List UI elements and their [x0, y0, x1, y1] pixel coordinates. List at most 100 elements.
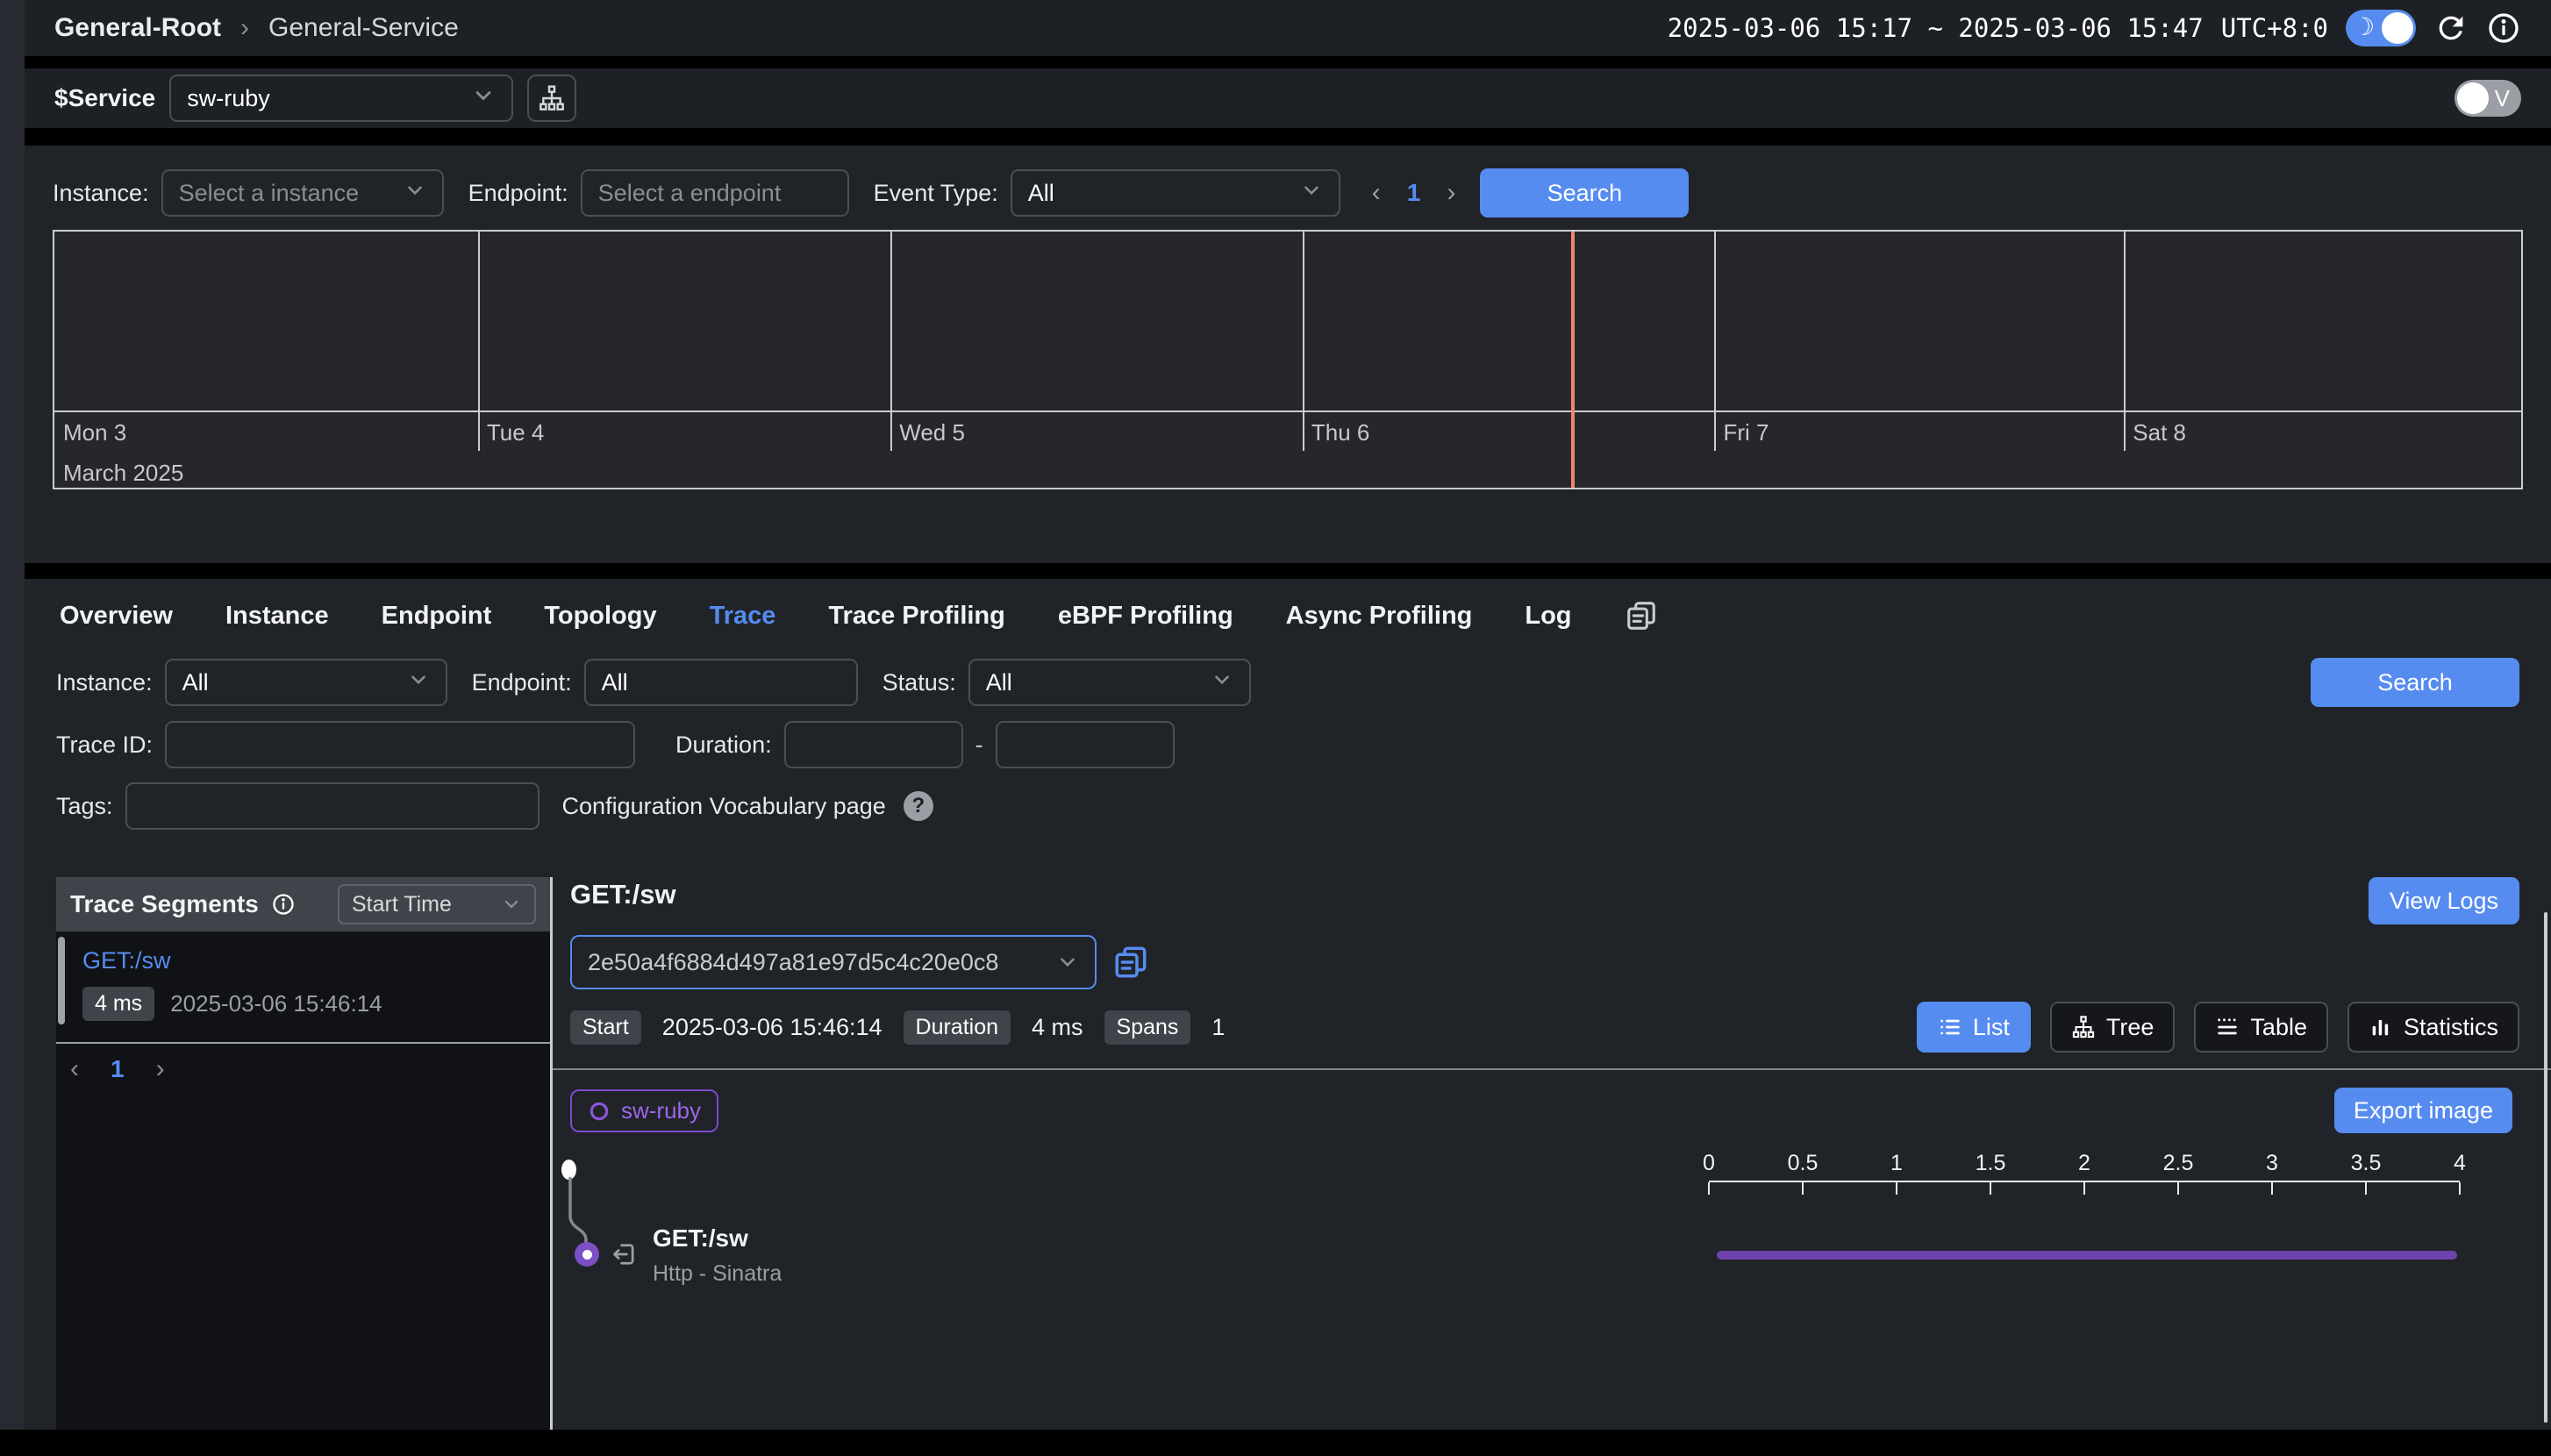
copy-icon[interactable]	[1625, 599, 1658, 632]
segment-duration-badge: 4 ms	[82, 987, 154, 1021]
axis-tick-label: 1.5	[1976, 1151, 2006, 1176]
view-switcher: List Tree Table Statistics	[1917, 1002, 2519, 1053]
current-page[interactable]: 1	[111, 1055, 125, 1083]
trace-instance-select[interactable]: All	[165, 659, 447, 706]
segment-start-time: 2025-03-06 15:46:14	[170, 990, 382, 1017]
current-page[interactable]: 1	[1407, 179, 1421, 207]
view-list-label: List	[1973, 1014, 2010, 1041]
service-topology-button[interactable]	[527, 75, 576, 122]
trace-segments-title: Trace Segments	[70, 890, 259, 918]
duration-from-input[interactable]	[784, 721, 963, 768]
trace-status-value: All	[986, 669, 1012, 696]
event-panel: Instance: Select a instance Endpoint: Ev…	[25, 146, 2551, 563]
trace-id-input[interactable]	[165, 721, 635, 768]
trace-search-button[interactable]: Search	[2311, 658, 2519, 707]
info-icon[interactable]	[2486, 11, 2521, 46]
axis-tick	[1802, 1182, 1804, 1195]
prev-page-button[interactable]: ‹	[1372, 178, 1381, 208]
service-select[interactable]: sw-ruby	[169, 75, 513, 122]
chevron-down-icon	[501, 894, 522, 915]
event-type-select[interactable]: All	[1011, 169, 1340, 217]
event-search-button[interactable]: Search	[1480, 168, 1689, 218]
scrollbar[interactable]	[2544, 912, 2547, 1423]
trace-segments-list: GET:/sw 4 ms 2025-03-06 15:46:14 ‹ 1 ›	[56, 931, 550, 1430]
axis-tick	[1896, 1182, 1897, 1195]
tab-topology[interactable]: Topology	[544, 602, 656, 631]
trace-endpoint-input[interactable]	[584, 659, 858, 706]
segment-name[interactable]: GET:/sw	[82, 947, 538, 974]
moon-icon: ☽	[2353, 12, 2375, 41]
refresh-icon[interactable]	[2433, 11, 2469, 46]
version-toggle[interactable]: V	[2455, 80, 2521, 117]
span-duration-bar[interactable]	[1717, 1251, 2457, 1260]
duration-to-input[interactable]	[996, 721, 1175, 768]
current-time-marker	[1571, 232, 1575, 488]
breadcrumb-current[interactable]: General-Service	[268, 13, 459, 43]
chevron-down-icon	[407, 668, 430, 697]
chevron-down-icon	[1056, 951, 1079, 974]
instance-select[interactable]: Select a instance	[161, 169, 444, 217]
axis-tick	[1990, 1182, 1991, 1195]
tags-input[interactable]	[125, 782, 539, 830]
timezone[interactable]: UTC+8:0	[2221, 13, 2328, 43]
axis-tick-label: 4	[2454, 1151, 2466, 1176]
vocabulary-link[interactable]: Configuration Vocabulary page	[562, 793, 886, 820]
next-page-button[interactable]: ›	[1447, 178, 1455, 208]
view-tree-label: Tree	[2106, 1014, 2154, 1041]
trace-panel: Overview Instance Endpoint Topology Trac…	[25, 579, 2551, 1430]
copy-trace-id-icon[interactable]	[1112, 944, 1149, 981]
export-image-button[interactable]: Export image	[2334, 1088, 2512, 1133]
calendar-gridline	[1714, 232, 1716, 451]
endpoint-label: Endpoint:	[468, 180, 568, 207]
trace-status-select[interactable]: All	[968, 659, 1251, 706]
axis-tick-label: 2.5	[2163, 1151, 2194, 1176]
start-value: 2025-03-06 15:46:14	[662, 1014, 882, 1041]
tab-overview[interactable]: Overview	[60, 602, 173, 631]
view-statistics-button[interactable]: Statistics	[2347, 1002, 2519, 1053]
calendar-gridline	[1303, 232, 1304, 451]
tab-ebpf-profiling[interactable]: eBPF Profiling	[1058, 602, 1233, 631]
span-node-dot[interactable]	[575, 1242, 599, 1267]
tab-trace-profiling[interactable]: Trace Profiling	[828, 602, 1004, 631]
duration-value: 4 ms	[1032, 1014, 1083, 1041]
tab-instance[interactable]: Instance	[225, 602, 329, 631]
calendar-gridline	[478, 232, 480, 451]
dark-mode-toggle[interactable]: ☽	[2346, 10, 2416, 46]
span-name[interactable]: GET:/sw	[653, 1224, 748, 1253]
info-icon[interactable]	[271, 892, 296, 917]
calendar-divider	[54, 410, 2521, 412]
spans-badge: Spans	[1104, 1010, 1191, 1045]
axis-tick	[1708, 1182, 1710, 1195]
view-tree-button[interactable]: Tree	[2050, 1002, 2176, 1053]
sort-select[interactable]: Start Time	[338, 884, 536, 924]
trace-id-select[interactable]: 2e50a4f6884d497a81e97d5c4c20e0c8	[570, 935, 1097, 989]
trace-id-label: Trace ID:	[56, 732, 153, 759]
chevron-down-icon	[471, 83, 496, 114]
service-legend-chip[interactable]: sw-ruby	[570, 1089, 718, 1132]
next-page-button[interactable]: ›	[156, 1054, 165, 1084]
trace-meta: Start 2025-03-06 15:46:14 Duration 4 ms …	[570, 1010, 1225, 1045]
tab-log[interactable]: Log	[1525, 602, 1571, 631]
axis-tick-label: 1	[1890, 1151, 1903, 1176]
duration-badge: Duration	[904, 1010, 1011, 1045]
event-type-label: Event Type:	[874, 180, 998, 207]
breadcrumb-root[interactable]: General-Root	[54, 13, 221, 43]
prev-page-button[interactable]: ‹	[70, 1054, 79, 1084]
event-filter-row: Instance: Select a instance Endpoint: Ev…	[53, 168, 2523, 218]
tab-async-profiling[interactable]: Async Profiling	[1286, 602, 1473, 631]
event-timeline-calendar[interactable]: Mon 3 Tue 4 Wed 5 Thu 6 Fri 7 Sat 8 Marc…	[53, 230, 2523, 489]
time-range[interactable]: 2025-03-06 15:17 ~ 2025-03-06 15:47	[1668, 13, 2204, 43]
duration-separator: -	[975, 732, 983, 759]
trace-segment-item[interactable]: GET:/sw 4 ms 2025-03-06 15:46:14	[56, 939, 550, 1033]
view-table-button[interactable]: Table	[2194, 1002, 2328, 1053]
view-logs-button[interactable]: View Logs	[2369, 877, 2519, 924]
view-list-button[interactable]: List	[1917, 1002, 2031, 1053]
help-icon[interactable]: ?	[904, 791, 933, 821]
breadcrumb-separator-icon: ›	[240, 13, 249, 43]
tab-trace[interactable]: Trace	[710, 602, 776, 631]
trace-content: Trace Segments Start Time GET:/sw 4 ms	[56, 877, 2551, 1430]
endpoint-input[interactable]	[581, 169, 849, 217]
trace-filter-row-1: Instance: All Endpoint: Status: All Sear…	[56, 658, 2519, 707]
axis-tick-label: 0	[1703, 1151, 1715, 1176]
tab-endpoint[interactable]: Endpoint	[382, 602, 492, 631]
